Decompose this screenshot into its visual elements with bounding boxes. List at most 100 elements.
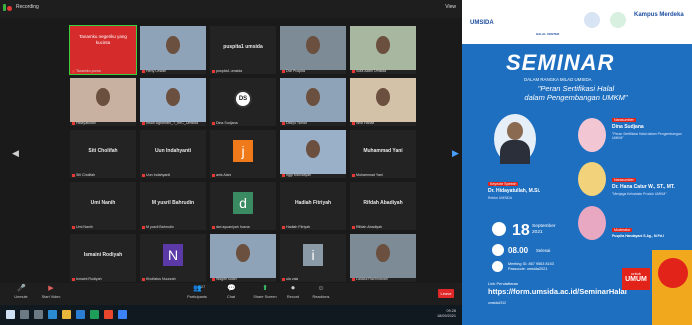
participant-tile[interactable]: Didiyo Tamar [280, 78, 346, 126]
search-icon[interactable] [20, 310, 29, 319]
participant-face [306, 140, 320, 158]
participant-label-text: dwi ayuaniyah husna [216, 225, 250, 229]
calendar-icon [492, 222, 506, 236]
shield-icon[interactable] [3, 4, 6, 11]
participant-tile[interactable]: i ula vaia [280, 234, 346, 282]
unmute-icon: 🎤 [17, 285, 26, 292]
participant-tile[interactable]: Wagith solah [210, 234, 276, 282]
chat-button[interactable]: 💬 Chat [216, 285, 246, 299]
participant-label-text: ula vaia [286, 277, 299, 281]
participant-label: Wagith solah [212, 277, 237, 281]
muted-mic-icon [282, 173, 285, 177]
participant-label: Heny Lestari [142, 69, 166, 73]
participant-label-text: Tanamku ponco [76, 69, 102, 73]
share-screen-button[interactable]: ⬆ Share Screen [250, 285, 280, 299]
chrome-icon[interactable] [104, 310, 113, 319]
participant-tile[interactable]: N Khoifatus Nuurzah [140, 234, 206, 282]
participant-tile[interactable]: Rifdah Abadiyah Rifdah Abadiyah [350, 182, 416, 230]
leave-button[interactable]: Leave [438, 289, 454, 298]
zoom-app-icon[interactable] [118, 310, 127, 319]
participant-face [376, 244, 390, 262]
taskbar-clock[interactable]: 09.28 18/09/2021 [437, 309, 456, 319]
participant-tile[interactable]: Hadiah Fitriyah Hadiah Fitriyah [280, 182, 346, 230]
participant-face [166, 36, 180, 54]
participant-tile[interactable]: Umi Nanih Umi Nanih [70, 182, 136, 230]
folder-icon[interactable] [62, 310, 71, 319]
participant-tile[interactable]: Ismaini Rodiyah Ismaini Rodiyah [70, 234, 136, 282]
participant-label: Hadiah Fitriyah [282, 225, 310, 229]
muted-mic-icon [282, 121, 285, 125]
windows-start-icon[interactable] [6, 310, 15, 319]
participant-label-text: Insan Agromani_T_mrC_Umsida [146, 121, 199, 125]
participant-tile[interactable]: nggi Marvaliyah [280, 130, 346, 178]
participant-tile[interactable]: Siti Cholifah Siti Cholifah [70, 130, 136, 178]
crest-logo [584, 12, 600, 28]
participant-label-text: puspita1 umsida [216, 69, 243, 73]
speaker2-tag: Narasumber [612, 178, 636, 182]
muted-mic-icon [212, 121, 215, 125]
next-page-icon[interactable]: ▶ [452, 148, 459, 159]
zoom-toolbar: 🎤 Unmute ▶ Start Video 👥 Participants 27 💬 Chat ⬆… [0, 283, 462, 305]
participant-banner-text: Tanamku negeriku yang kucinta [79, 34, 127, 45]
participant-tile[interactable]: puspita1 umsida puspita1 umsida [210, 26, 276, 74]
muted-mic-icon [212, 277, 215, 281]
participant-name: Hadiah Fitriyah [294, 200, 332, 206]
participants-button[interactable]: 👥 Participants 27 [182, 285, 212, 299]
event-time: 08.00 [508, 246, 529, 255]
participant-tile[interactable]: Sofa Aldini Umsida [350, 26, 416, 74]
muted-mic-icon [212, 225, 215, 229]
reactions-label: Reactions [312, 295, 330, 299]
participant-tile[interactable]: Tanamku negeriku yang kucinta Tanamku pon… [69, 25, 137, 75]
record-button[interactable]: ⏺ Record [278, 285, 308, 299]
share-screen-icon: ⬆ [262, 285, 268, 292]
participant-label: Hidayatullah [72, 121, 96, 125]
participant-video [210, 234, 276, 278]
muted-mic-icon [212, 69, 215, 73]
participant-tile[interactable]: DS Dina Sudjana [210, 78, 276, 126]
seminar-poster: UMSIDA HALAL CENTER Kampus Merdeka SEMIN… [462, 0, 692, 325]
muted-mic-icon [142, 69, 145, 73]
recording-label: Recording [16, 4, 39, 10]
participant-tile[interactable]: Muhammad Yani Muhammad Yani [350, 130, 416, 178]
participant-label: nggi Marvaliyah [282, 173, 311, 177]
participant-avatar: i [303, 244, 323, 266]
participant-label-text: Hidayatullah [76, 121, 96, 125]
participant-tile[interactable]: d dwi ayuaniyah husna [210, 182, 276, 230]
moderator-tag: Moderator [612, 228, 633, 232]
keynote-desc: Rektor UMSIDA [488, 196, 513, 200]
participant-label-text: Sofa Aldini Umsida [356, 69, 387, 73]
chat-icon: 💬 [227, 285, 236, 292]
reactions-button[interactable]: ☺ Reactions [306, 285, 336, 299]
speaker2-desc: "Menjaga Kehalalan Produk UMKM" [612, 192, 667, 196]
edge-icon[interactable] [48, 310, 57, 319]
muted-mic-icon [212, 173, 215, 177]
participant-tile[interactable]: Uun Indahyanti Uun Indahyanti [140, 130, 206, 178]
zoom-meeting-info: Meeting ID: 867 9563 8153 Passcode: umsi… [508, 262, 554, 271]
participant-face [166, 88, 180, 106]
muted-mic-icon [142, 173, 145, 177]
participant-tile[interactable]: Widi Hanafi [350, 78, 416, 126]
participant-tile[interactable]: Insan Agromani_T_mrC_Umsida [140, 78, 206, 126]
participant-tile[interactable]: M yusril Bahrudin M yusril Bahrudin [140, 182, 206, 230]
unmute-button[interactable]: 🎤 Unmute [6, 285, 36, 299]
participant-face [96, 88, 110, 106]
start-video-button[interactable]: ▶ Start Video [36, 285, 66, 299]
prev-page-icon[interactable]: ◀ [12, 148, 19, 159]
participant-tile[interactable]: Heny Lestari [140, 26, 206, 74]
registration-url[interactable]: https://form.umsida.ac.id/SeminarHalal [488, 287, 627, 296]
participant-tile[interactable]: Lailatul Rachmanah [350, 234, 416, 282]
record-label: Record [286, 295, 300, 299]
umsida-logo: UMSIDA [470, 20, 494, 26]
milad-logo [610, 12, 626, 28]
participant-label-text: Khoifatus Nuurzah [146, 277, 176, 281]
excel-icon[interactable] [90, 310, 99, 319]
participant-face [306, 88, 320, 106]
poster-topic: "Peran Sertifikasi Halal dalam Pengembang… [524, 84, 628, 102]
word-icon[interactable] [76, 310, 85, 319]
task-view-icon[interactable] [34, 310, 43, 319]
reactions-icon: ☺ [317, 285, 325, 292]
participant-tile[interactable]: j anis Alani [210, 130, 276, 178]
participant-tile[interactable]: Dwi Puspita [280, 26, 346, 74]
participant-tile[interactable]: Hidayatullah [70, 78, 136, 126]
view-button[interactable]: View [445, 4, 456, 10]
